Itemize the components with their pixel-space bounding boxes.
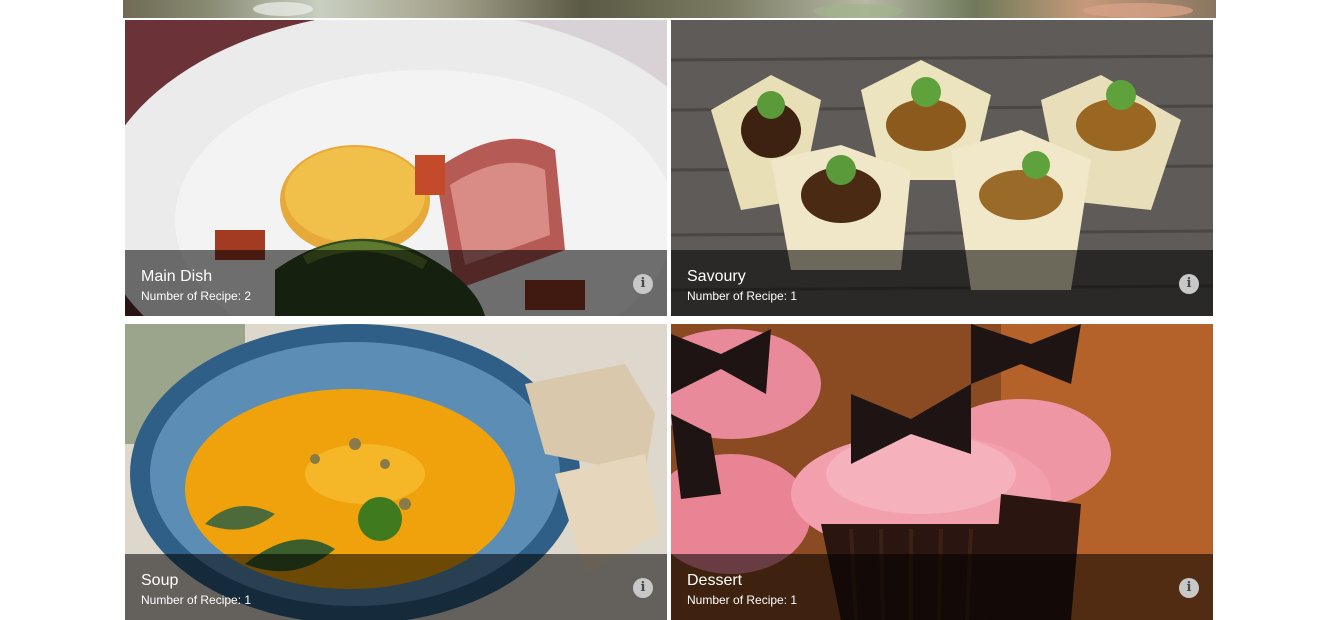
recipe-count: Number of Recipe: 1 — [687, 593, 798, 607]
category-title: Dessert — [687, 572, 743, 589]
recipe-count: Number of Recipe: 2 — [141, 289, 252, 303]
card-caption: Dessert Number of Recipe: 1 i — [671, 554, 1213, 620]
category-card-savoury[interactable]: Savoury Number of Recipe: 1 i — [671, 20, 1213, 316]
category-title: Main Dish — [141, 268, 213, 285]
header-banner-image — [123, 0, 1216, 18]
info-icon[interactable]: i — [1179, 274, 1199, 294]
category-title: Savoury — [687, 268, 746, 285]
category-card-dessert[interactable]: Dessert Number of Recipe: 1 i — [671, 324, 1213, 620]
info-icon[interactable]: i — [1179, 578, 1199, 598]
card-caption: Main Dish Number of Recipe: 2 i — [125, 250, 667, 316]
recipe-count: Number of Recipe: 1 — [141, 593, 252, 607]
category-title: Soup — [141, 572, 179, 589]
info-icon[interactable]: i — [633, 274, 653, 294]
info-icon[interactable]: i — [633, 578, 653, 598]
category-card-soup[interactable]: Soup Number of Recipe: 1 i — [125, 324, 667, 620]
card-caption: Soup Number of Recipe: 1 i — [125, 554, 667, 620]
card-caption: Savoury Number of Recipe: 1 i — [671, 250, 1213, 316]
category-card-main-dish[interactable]: Main Dish Number of Recipe: 2 i — [125, 20, 667, 316]
recipe-count: Number of Recipe: 1 — [687, 289, 798, 303]
